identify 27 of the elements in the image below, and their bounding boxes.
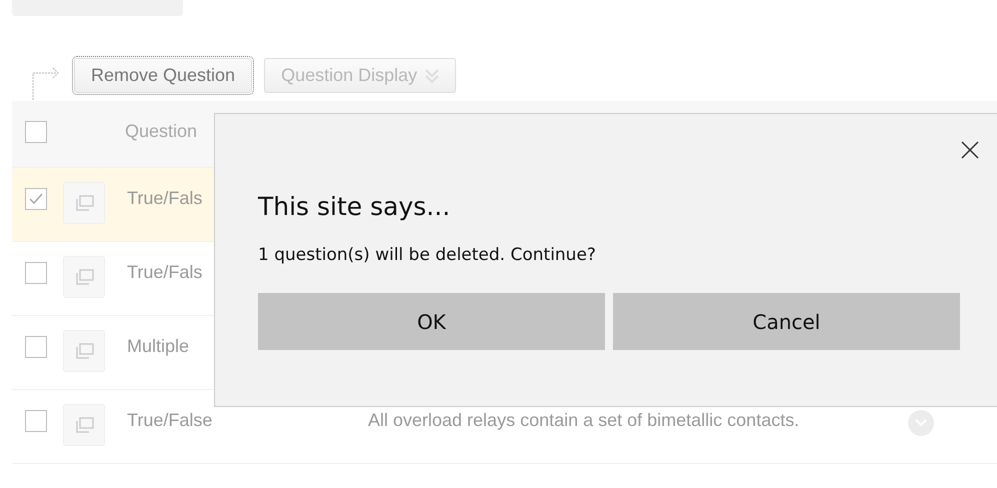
cancel-button[interactable]: Cancel [613,293,960,350]
copy-icon [74,416,94,434]
copy-button[interactable] [63,182,105,224]
checkbox[interactable] [25,188,47,210]
checkbox[interactable] [25,336,47,358]
toolbar-button[interactable]: Remove Question [74,58,252,93]
question-type: True/Fals [127,188,202,209]
dialog-title: This site says... [258,192,452,221]
checkbox[interactable] [25,410,47,432]
copy-icon [74,268,94,286]
copy-button[interactable] [63,256,105,298]
question-type: True/Fals [127,262,202,283]
question-type: True/False [127,410,212,431]
copy-button[interactable] [63,404,105,446]
ok-button[interactable]: OK [258,293,605,350]
dialog-message: 1 question(s) will be deleted. Continue? [258,245,597,265]
question-text: All overload relays contain a set of bimetallic contacts. [368,410,800,431]
double-chevron-icon [425,68,440,84]
checkbox[interactable] [25,121,47,143]
copy-icon [74,194,94,212]
checkbox[interactable] [25,262,47,284]
question-type: Multiple [127,336,190,357]
copy-icon [74,342,94,360]
close-icon [961,140,979,158]
copy-button[interactable] [63,330,105,372]
check-icon [29,193,43,205]
column-header: Question [125,121,198,142]
